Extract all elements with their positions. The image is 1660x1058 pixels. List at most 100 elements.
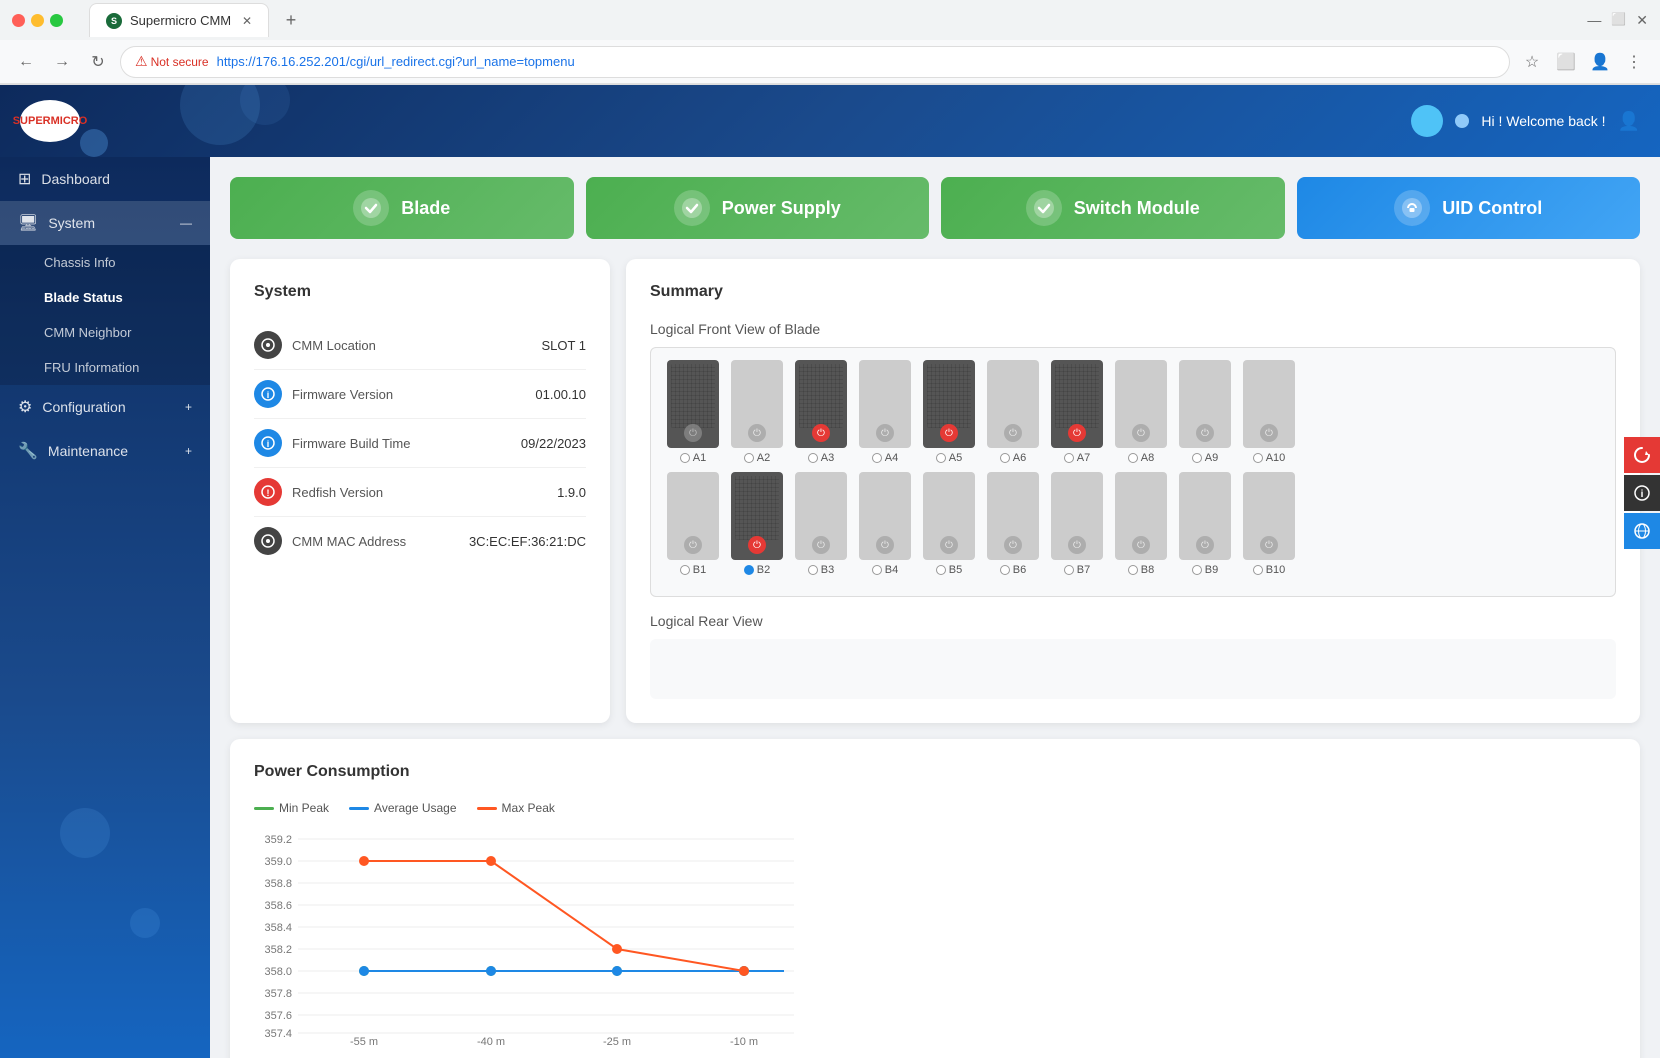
svg-text:i: i (267, 439, 270, 449)
system-card-title: System (254, 283, 586, 301)
user-icon[interactable]: 👤 (1618, 111, 1640, 132)
blade-slot-a7[interactable]: ⏻ A7 (1047, 360, 1107, 464)
svg-text:357.8: 357.8 (264, 988, 292, 1000)
blade-slot-b8[interactable]: ⏻ B8 (1111, 472, 1171, 576)
not-secure-indicator: ⚠ Not secure (135, 53, 209, 70)
avg-color (349, 807, 369, 810)
browser-titlebar: S Supermicro CMM ✕ + — ⬜ ✕ (0, 0, 1660, 40)
blade-slot-b6[interactable]: ⏻ B6 (983, 472, 1043, 576)
address-bar[interactable]: ⚠ Not secure https://176.16.252.201/cgi/… (120, 46, 1510, 78)
uid-control-tab-button[interactable]: UID Control (1297, 177, 1641, 239)
collapse-icon: — (180, 216, 192, 230)
extensions-button[interactable]: ⬜ (1552, 48, 1580, 76)
sidebar-item-cmm-neighbor[interactable]: CMM Neighbor (0, 315, 210, 350)
system-icon: 🖥 (18, 213, 38, 233)
cmm-location-icon (254, 331, 282, 359)
power-btn-a2[interactable]: ⏻ (748, 424, 766, 442)
refresh-button[interactable] (1624, 437, 1660, 473)
url-display[interactable]: https://176.16.252.201/cgi/url_redirect.… (217, 54, 575, 69)
blade-slot-a10[interactable]: ⏻ A10 (1239, 360, 1299, 464)
chart-legend: Min Peak Average Usage Max Peak (254, 801, 1616, 815)
redfish-icon: ! (254, 478, 282, 506)
power-btn-b9[interactable]: ⏻ (1196, 536, 1214, 554)
blade-tab-button[interactable]: Blade (230, 177, 574, 239)
blade-slot-a8[interactable]: ⏻ A8 (1111, 360, 1171, 464)
maximize-button[interactable]: ⬜ (1611, 12, 1626, 29)
bookmark-button[interactable]: ☆ (1518, 48, 1546, 76)
blade-slot-a5[interactable]: ⏻ A5 (919, 360, 979, 464)
svg-text:358.4: 358.4 (264, 922, 292, 934)
sidebar-item-dashboard[interactable]: ⊞ Dashboard (0, 157, 210, 201)
globe-button[interactable] (1624, 513, 1660, 549)
power-chart: 359.2 359.0 358.8 358.6 358.4 358.2 358.… (254, 827, 814, 1047)
sidebar-item-system[interactable]: 🖥 System — (0, 201, 210, 245)
menu-button[interactable]: ⋮ (1620, 48, 1648, 76)
active-tab[interactable]: S Supermicro CMM ✕ (89, 3, 269, 37)
sidebar-item-configuration[interactable]: ⚙ Configuration + (0, 385, 210, 429)
power-btn-b7[interactable]: ⏻ (1068, 536, 1086, 554)
reload-button[interactable]: ↻ (84, 48, 112, 76)
blade-slot-b4[interactable]: ⏻ B4 (855, 472, 915, 576)
blade-slot-a6[interactable]: ⏻ A6 (983, 360, 1043, 464)
fru-info-label: FRU Information (44, 360, 139, 375)
back-button[interactable]: ← (12, 48, 40, 76)
sidebar-item-maintenance[interactable]: 🔧 Maintenance + (0, 429, 210, 473)
power-btn-b6[interactable]: ⏻ (1004, 536, 1022, 554)
minimize-button[interactable]: — (1587, 12, 1601, 29)
blade-status-label: Blade Status (44, 290, 123, 305)
power-btn-b3[interactable]: ⏻ (812, 536, 830, 554)
nav-icons: ☆ ⬜ 👤 ⋮ (1518, 48, 1648, 76)
power-btn-b2[interactable]: ⏻ (748, 536, 766, 554)
power-btn-a10[interactable]: ⏻ (1260, 424, 1278, 442)
blade-slot-a9[interactable]: ⏻ A9 (1175, 360, 1235, 464)
switch-module-tab-button[interactable]: Switch Module (941, 177, 1285, 239)
blade-slot-a4[interactable]: ⏻ A4 (855, 360, 915, 464)
info-button[interactable]: i (1624, 475, 1660, 511)
sidebar-item-blade-status[interactable]: Blade Status (0, 280, 210, 315)
blade-slot-b1[interactable]: ⏻ B1 (663, 472, 723, 576)
sidebar-item-fru-info[interactable]: FRU Information (0, 350, 210, 385)
sidebar-item-chassis-info[interactable]: Chassis Info (0, 245, 210, 280)
power-btn-a8[interactable]: ⏻ (1132, 424, 1150, 442)
blade-slot-a2[interactable]: ⏻ A2 (727, 360, 787, 464)
firmware-build-value: 09/22/2023 (521, 436, 586, 451)
mac-icon (254, 527, 282, 555)
blade-slot-b2[interactable]: ⏻ B2 (727, 472, 787, 576)
legend-min-peak: Min Peak (254, 801, 329, 815)
power-btn-a4[interactable]: ⏻ (876, 424, 894, 442)
svg-text:358.8: 358.8 (264, 878, 292, 890)
blade-slot-b3[interactable]: ⏻ B3 (791, 472, 851, 576)
power-btn-b8[interactable]: ⏻ (1132, 536, 1150, 554)
power-btn-b1[interactable]: ⏻ (684, 536, 702, 554)
power-btn-b4[interactable]: ⏻ (876, 536, 894, 554)
power-supply-tab-button[interactable]: Power Supply (586, 177, 930, 239)
firmware-build-icon: i (254, 429, 282, 457)
power-btn-a9[interactable]: ⏻ (1196, 424, 1214, 442)
blade-slot-a1[interactable]: ⏻ A1 (663, 360, 723, 464)
blade-tab-label: Blade (401, 198, 450, 219)
app-body: ⊞ Dashboard 🖥 System — Chassis Info Blad… (0, 157, 1660, 1058)
svg-text:-10 m: -10 m (730, 1036, 758, 1047)
power-btn-b10[interactable]: ⏻ (1260, 536, 1278, 554)
blade-slot-a3[interactable]: ⏻ A3 (791, 360, 851, 464)
info-row-firmware-version: i Firmware Version 01.00.10 (254, 370, 586, 419)
blade-slot-b7[interactable]: ⏻ B7 (1047, 472, 1107, 576)
power-btn-a3[interactable]: ⏻ (812, 424, 830, 442)
power-btn-a1[interactable]: ⏻ (684, 424, 702, 442)
close-tab-button[interactable]: ✕ (242, 14, 252, 28)
blade-slot-b5[interactable]: ⏻ B5 (919, 472, 979, 576)
forward-button[interactable]: → (48, 48, 76, 76)
switch-module-tab-icon (1026, 190, 1062, 226)
config-label: Configuration (42, 399, 125, 415)
blade-slot-b9[interactable]: ⏻ B9 (1175, 472, 1235, 576)
blade-slot-b10[interactable]: ⏻ B10 (1239, 472, 1299, 576)
power-btn-a6[interactable]: ⏻ (1004, 424, 1022, 442)
power-btn-b5[interactable]: ⏻ (940, 536, 958, 554)
new-tab-button[interactable]: + (277, 6, 305, 34)
profile-button[interactable]: 👤 (1586, 48, 1614, 76)
chassis-info-label: Chassis Info (44, 255, 116, 270)
power-btn-a5[interactable]: ⏻ (940, 424, 958, 442)
cmm-location-label: CMM Location (292, 338, 531, 353)
power-btn-a7[interactable]: ⏻ (1068, 424, 1086, 442)
close-window-button[interactable]: ✕ (1636, 12, 1648, 29)
